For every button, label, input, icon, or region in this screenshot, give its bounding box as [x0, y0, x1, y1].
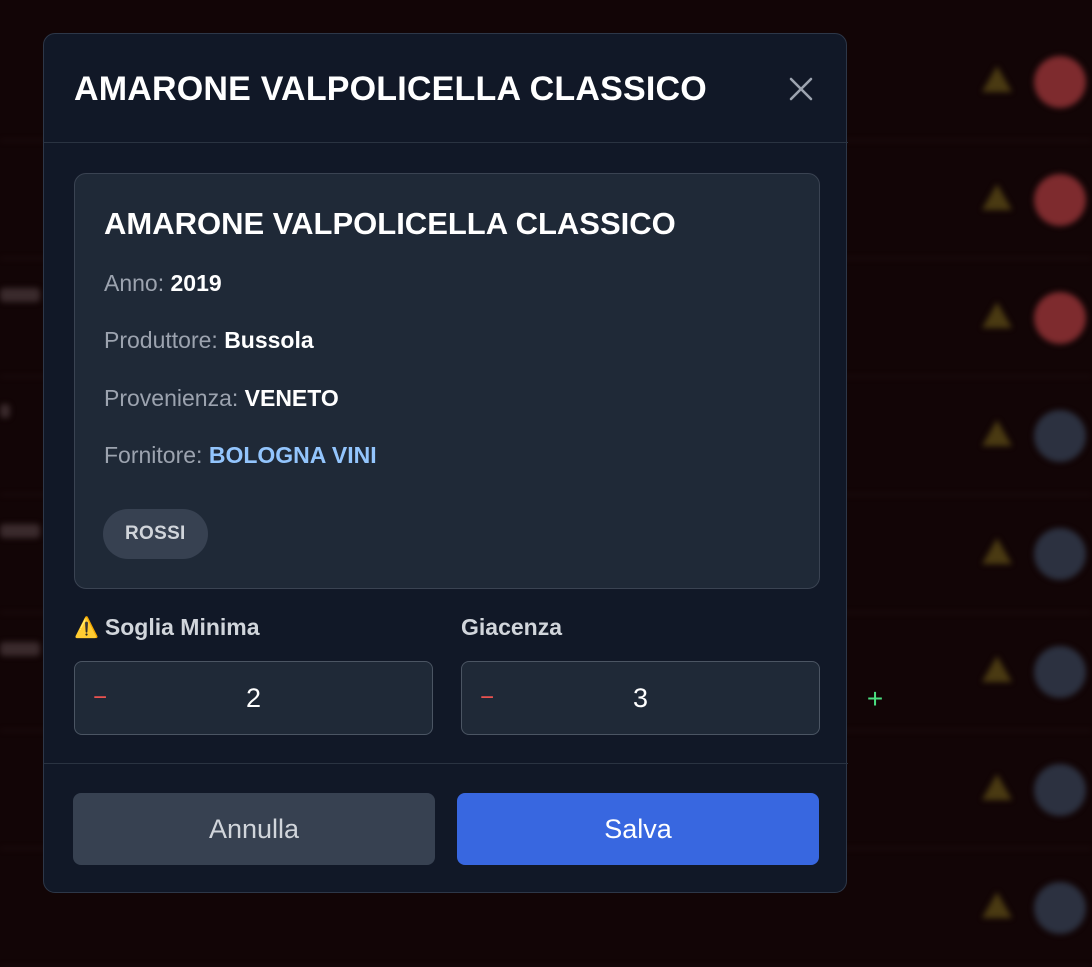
- modal-title: AMARONE VALPOLICELLA CLASSICO: [74, 70, 707, 108]
- giacenza-text: Giacenza: [461, 614, 562, 640]
- close-button[interactable]: [782, 70, 820, 108]
- save-button[interactable]: Salva: [457, 793, 819, 865]
- fornitore-row: Fornitore: BOLOGNA VINI: [104, 442, 377, 469]
- anno-label: Anno:: [104, 270, 165, 296]
- giacenza-value[interactable]: 3: [462, 662, 819, 734]
- giacenza-label: Giacenza: [461, 614, 562, 641]
- giacenza-stepper[interactable]: 3 −: [461, 661, 820, 735]
- produttore-label: Produttore:: [104, 327, 218, 353]
- produttore-value: Bussola: [224, 327, 314, 353]
- avatar: [1034, 56, 1086, 108]
- soglia-minima-text: Soglia Minima: [104, 614, 260, 640]
- soglia-minima-stepper[interactable]: 2 −: [74, 661, 433, 735]
- wine-info-card: AMARONE VALPOLICELLA CLASSICO Anno: 2019…: [74, 173, 820, 589]
- category-tag: ROSSI: [103, 509, 208, 559]
- giacenza-decrement-button[interactable]: −: [476, 676, 498, 720]
- avatar: [1034, 528, 1086, 580]
- footer-divider: [44, 763, 848, 764]
- warning-icon: [982, 184, 1012, 210]
- giacenza-increment-button[interactable]: +: [864, 683, 886, 714]
- avatar: [1034, 174, 1086, 226]
- avatar: [1034, 410, 1086, 462]
- soglia-decrement-button[interactable]: −: [89, 676, 111, 720]
- warning-icon: [982, 66, 1012, 92]
- avatar: [1034, 764, 1086, 816]
- provenienza-value: VENETO: [244, 385, 339, 411]
- modal-header: AMARONE VALPOLICELLA CLASSICO: [44, 34, 848, 143]
- edit-wine-modal: AMARONE VALPOLICELLA CLASSICO AMARONE VA…: [43, 33, 848, 893]
- fornitore-label: Fornitore:: [104, 442, 203, 468]
- warning-icon: ⚠️: [74, 617, 99, 639]
- avatar: [1034, 292, 1086, 344]
- fornitore-link[interactable]: BOLOGNA VINI: [209, 442, 377, 468]
- wine-name: AMARONE VALPOLICELLA CLASSICO: [104, 206, 676, 241]
- provenienza-label: Provenienza:: [104, 385, 239, 411]
- warning-icon: [982, 774, 1012, 800]
- close-icon: [789, 77, 813, 101]
- anno-value: 2019: [170, 270, 222, 296]
- avatar: [1034, 646, 1086, 698]
- provenienza-row: Provenienza: VENETO: [104, 385, 339, 412]
- anno-row: Anno: 2019: [104, 270, 222, 297]
- soglia-minima-label: ⚠️ Soglia Minima: [74, 614, 260, 641]
- avatar: [1034, 882, 1086, 934]
- cancel-button[interactable]: Annulla: [73, 793, 435, 865]
- warning-icon: [982, 302, 1012, 328]
- warning-icon: [982, 420, 1012, 446]
- warning-icon: [982, 892, 1012, 918]
- produttore-row: Produttore: Bussola: [104, 327, 314, 354]
- warning-icon: [982, 538, 1012, 564]
- soglia-minima-value[interactable]: 2: [75, 662, 432, 734]
- warning-icon: [982, 656, 1012, 682]
